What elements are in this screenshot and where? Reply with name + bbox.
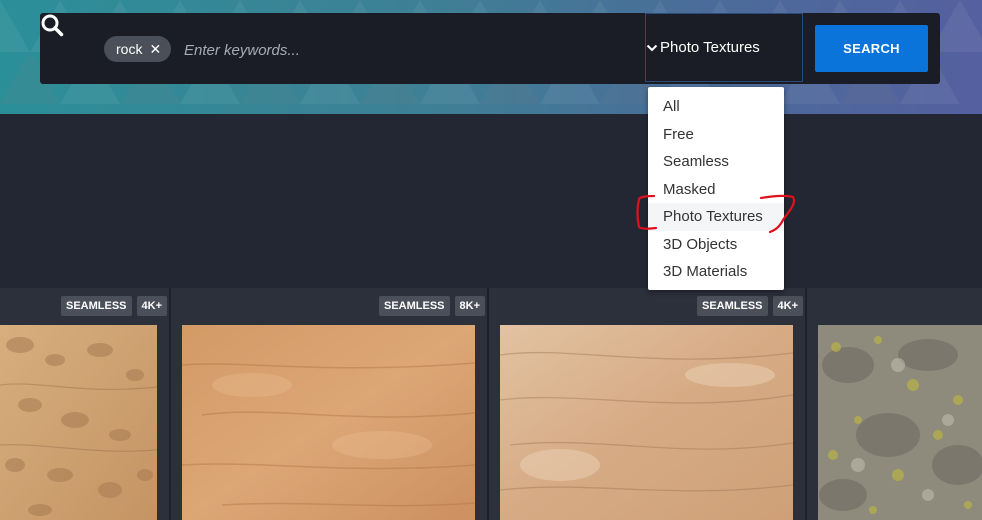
card-badges: SEAMLESS 4K+: [61, 296, 168, 316]
category-dropdown: All Free Seamless Masked Photo Textures …: [648, 87, 784, 290]
remove-tag-icon[interactable]: ✕: [149, 42, 161, 56]
texture-thumbnail[interactable]: [500, 325, 793, 520]
category-select-value: Photo Textures: [660, 39, 760, 56]
search-button[interactable]: SEARCH: [815, 25, 928, 72]
dropdown-option-3d-materials[interactable]: 3D Materials: [648, 258, 784, 286]
dropdown-option-seamless[interactable]: Seamless: [648, 148, 784, 176]
texture-card[interactable]: SEAMLESS 4K+: [489, 288, 805, 520]
badge-seamless: SEAMLESS: [61, 296, 132, 316]
badge-seamless: SEAMLESS: [379, 296, 450, 316]
card-badges: SEAMLESS 8K+: [379, 296, 486, 316]
badge-resolution: 4K+: [136, 296, 168, 316]
texture-thumbnail[interactable]: [182, 325, 475, 520]
texture-card[interactable]: SEAMLESS 4K+: [0, 288, 169, 520]
dropdown-option-masked[interactable]: Masked: [648, 176, 784, 204]
texture-grid: SEAMLESS 4K+ SEAMLESS 8K+ SEAMLESS 4K+: [0, 288, 982, 520]
category-select[interactable]: Photo Textures: [645, 13, 803, 82]
search-icon[interactable]: [40, 13, 64, 37]
hero-banner: rock ✕ Photo Textures SEARCH: [0, 0, 982, 114]
texture-thumbnail[interactable]: [0, 325, 157, 520]
tag-chip-label: rock: [116, 41, 143, 57]
texture-card[interactable]: SEAMLESS 8K+: [171, 288, 487, 520]
chevron-down-icon: [646, 44, 658, 52]
badge-seamless: SEAMLESS: [697, 296, 768, 316]
texture-thumbnail[interactable]: [818, 325, 982, 520]
dropdown-option-all[interactable]: All: [648, 93, 784, 121]
search-bar: rock ✕ Photo Textures SEARCH: [40, 13, 940, 84]
keywords-input[interactable]: [182, 34, 486, 66]
texture-card[interactable]: [807, 288, 982, 520]
dropdown-option-photo-textures[interactable]: Photo Textures: [648, 203, 784, 231]
tag-chip[interactable]: rock ✕: [104, 36, 172, 62]
dropdown-option-free[interactable]: Free: [648, 121, 784, 149]
card-badges: SEAMLESS 4K+: [697, 296, 804, 316]
badge-resolution: 8K+: [454, 296, 486, 316]
badge-resolution: 4K+: [772, 296, 804, 316]
dropdown-option-3d-objects[interactable]: 3D Objects: [648, 231, 784, 259]
